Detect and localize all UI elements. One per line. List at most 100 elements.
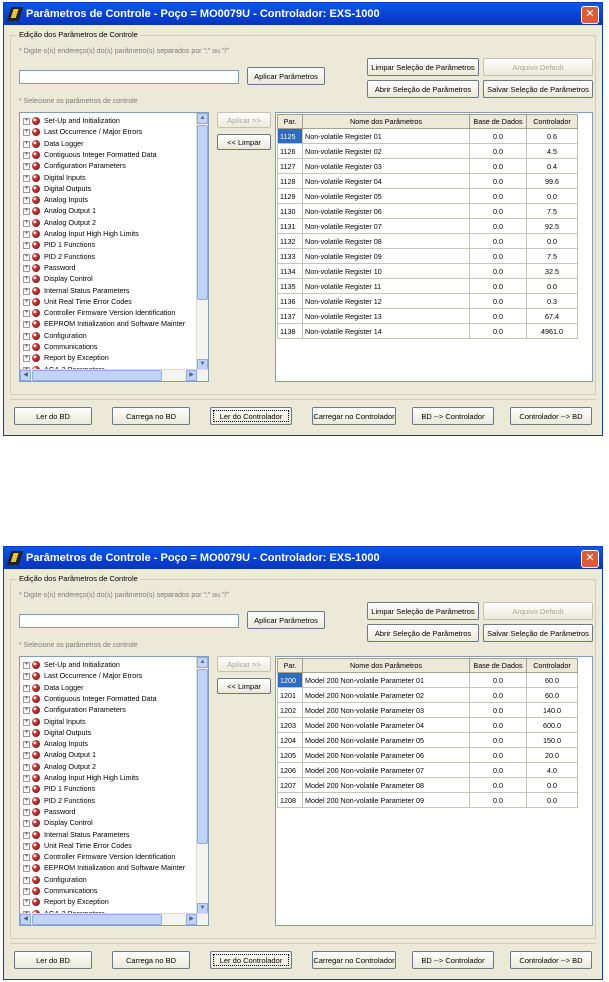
clear-selection-button[interactable]: Limpar Seleção de Parâmetros — [367, 58, 479, 76]
cell-controller[interactable]: 4.5 — [526, 143, 578, 159]
hscroll-thumb[interactable] — [32, 914, 162, 925]
cell-name[interactable]: Model 200 Non-volatile Parameter 04 — [302, 717, 470, 733]
close-icon[interactable]: ✕ — [581, 550, 599, 568]
cell-database[interactable]: 0.0 — [469, 777, 527, 793]
expand-icon[interactable]: + — [23, 684, 30, 692]
apply-selected-button[interactable]: Aplicar >> — [217, 656, 271, 672]
expand-icon[interactable]: + — [23, 264, 30, 272]
column-header-par[interactable]: Par. — [277, 114, 303, 129]
expand-icon[interactable]: + — [23, 163, 30, 171]
cell-database[interactable]: 0.0 — [469, 128, 527, 144]
expand-icon[interactable]: + — [23, 775, 30, 782]
cell-name[interactable]: Model 200 Non-volatile Parameter 02 — [302, 687, 470, 703]
column-header-database[interactable]: Base de Dados — [469, 658, 527, 673]
expand-icon[interactable]: + — [23, 197, 30, 205]
cell-database[interactable]: 0.0 — [469, 308, 527, 324]
parameters-table[interactable]: Par. Nome dos Parâmetros Base de Dados C… — [275, 656, 593, 926]
cell-database[interactable]: 0.0 — [469, 188, 527, 204]
controller-to-db-button[interactable]: Controlador --> BD — [510, 407, 592, 425]
cell-par[interactable]: 1136 — [277, 293, 303, 309]
cell-name[interactable]: Non-volatile Register 01 — [302, 128, 470, 144]
expand-icon[interactable]: + — [23, 253, 30, 261]
table-row[interactable]: 1202 Model 200 Non-volatile Parameter 03 0… — [277, 702, 578, 718]
cell-controller[interactable]: 67.4 — [526, 308, 578, 324]
cell-name[interactable]: Model 200 Non-volatile Parameter 07 — [302, 762, 470, 778]
cell-par[interactable]: 1200 — [277, 672, 303, 688]
cell-database[interactable]: 0.0 — [469, 203, 527, 219]
expand-icon[interactable]: + — [23, 129, 30, 137]
cell-database[interactable]: 0.0 — [469, 792, 527, 808]
cell-name[interactable]: Non-volatile Register 02 — [302, 143, 470, 159]
scroll-left-icon[interactable]: ◀ — [20, 370, 31, 381]
address-input[interactable] — [19, 70, 239, 84]
expand-icon[interactable]: + — [23, 718, 30, 726]
parameters-table[interactable]: Par. Nome dos Parâmetros Base de Dados C… — [275, 112, 593, 382]
cell-database[interactable]: 0.0 — [469, 732, 527, 748]
expand-icon[interactable]: + — [23, 752, 30, 760]
cell-database[interactable]: 0.0 — [469, 278, 527, 294]
cell-name[interactable]: Non-volatile Register 08 — [302, 233, 470, 249]
expand-icon[interactable]: + — [23, 298, 30, 306]
cell-controller[interactable]: 7.5 — [526, 248, 578, 264]
expand-icon[interactable]: + — [23, 876, 30, 884]
cell-name[interactable]: Model 200 Non-volatile Parameter 05 — [302, 732, 470, 748]
cell-controller[interactable]: 0.3 — [526, 293, 578, 309]
apply-selected-button[interactable]: Aplicar >> — [217, 112, 271, 128]
close-icon[interactable]: ✕ — [581, 6, 599, 24]
cell-controller[interactable]: 20.0 — [526, 747, 578, 763]
db-to-controller-button[interactable]: BD --> Controlador — [412, 951, 494, 969]
column-header-name[interactable]: Nome dos Parâmetros — [302, 658, 470, 673]
table-row[interactable]: 1203 Model 200 Non-volatile Parameter 04 0… — [277, 717, 578, 733]
expand-icon[interactable]: + — [23, 276, 30, 284]
parameter-group-tree[interactable]: + Set-Up and Initialization + Last Occurren… — [19, 112, 209, 382]
column-header-controller[interactable]: Controlador — [526, 114, 578, 129]
expand-icon[interactable]: + — [23, 662, 30, 669]
cell-database[interactable]: 0.0 — [469, 293, 527, 309]
read-controller-button[interactable]: Ler do Controlador — [210, 407, 292, 425]
table-row[interactable]: 1208 Model 200 Non-volatile Parameter 09 0… — [277, 792, 578, 808]
cell-par[interactable]: 1201 — [277, 687, 303, 703]
table-row[interactable]: 1136 Non-volatile Register 12 0.0 0.3 — [277, 293, 578, 309]
table-row[interactable]: 1206 Model 200 Non-volatile Parameter 07 0… — [277, 762, 578, 778]
cell-controller[interactable]: 0.0 — [526, 233, 578, 249]
column-header-controller[interactable]: Controlador — [526, 658, 578, 673]
cell-name[interactable]: Non-volatile Register 04 — [302, 173, 470, 189]
load-controller-button[interactable]: Carregar no Controlador — [312, 407, 396, 425]
cell-name[interactable]: Non-volatile Register 12 — [302, 293, 470, 309]
cell-database[interactable]: 0.0 — [469, 323, 527, 339]
cell-controller[interactable]: 150.0 — [526, 732, 578, 748]
expand-icon[interactable]: + — [23, 231, 30, 238]
expand-icon[interactable]: + — [23, 151, 30, 159]
cell-par[interactable]: 1132 — [277, 233, 303, 249]
cell-controller[interactable]: 0.0 — [526, 278, 578, 294]
cell-name[interactable]: Non-volatile Register 09 — [302, 248, 470, 264]
cell-par[interactable]: 1127 — [277, 158, 303, 174]
cell-controller[interactable]: 0.0 — [526, 792, 578, 808]
open-selection-button[interactable]: Abrir Seleção de Parâmetros — [367, 624, 479, 642]
cell-par[interactable]: 1126 — [277, 143, 303, 159]
cell-par[interactable]: 1138 — [277, 323, 303, 339]
scroll-up-icon[interactable]: ▲ — [197, 657, 208, 668]
tree-vertical-scrollbar[interactable]: ▲ ▼ — [196, 657, 208, 914]
cell-database[interactable]: 0.0 — [469, 173, 527, 189]
read-controller-button[interactable]: Ler do Controlador — [210, 951, 292, 969]
cell-name[interactable]: Non-volatile Register 11 — [302, 278, 470, 294]
cell-par[interactable]: 1130 — [277, 203, 303, 219]
expand-icon[interactable]: + — [23, 786, 30, 794]
expand-icon[interactable]: + — [23, 763, 30, 771]
tree-vertical-scrollbar[interactable]: ▲ ▼ — [196, 113, 208, 370]
cell-database[interactable]: 0.0 — [469, 218, 527, 234]
cell-name[interactable]: Non-volatile Register 10 — [302, 263, 470, 279]
load-db-button[interactable]: Carrega no BD — [112, 407, 190, 425]
cell-controller[interactable]: 92.5 — [526, 218, 578, 234]
expand-icon[interactable]: + — [23, 118, 30, 125]
load-db-button[interactable]: Carrega no BD — [112, 951, 190, 969]
cell-controller[interactable]: 4.0 — [526, 762, 578, 778]
expand-icon[interactable]: + — [23, 344, 30, 351]
cell-controller[interactable]: 4961.0 — [526, 323, 578, 339]
table-row[interactable]: 1134 Non-volatile Register 10 0.0 32.5 — [277, 263, 578, 279]
default-file-button[interactable]: Arquivo Default — [483, 58, 593, 76]
table-row[interactable]: 1200 Model 200 Non-volatile Parameter 01 0… — [277, 672, 578, 688]
title-bar[interactable]: Parâmetros de Controle - Poço = MO0079U … — [4, 547, 602, 569]
hscroll-thumb[interactable] — [32, 370, 162, 381]
